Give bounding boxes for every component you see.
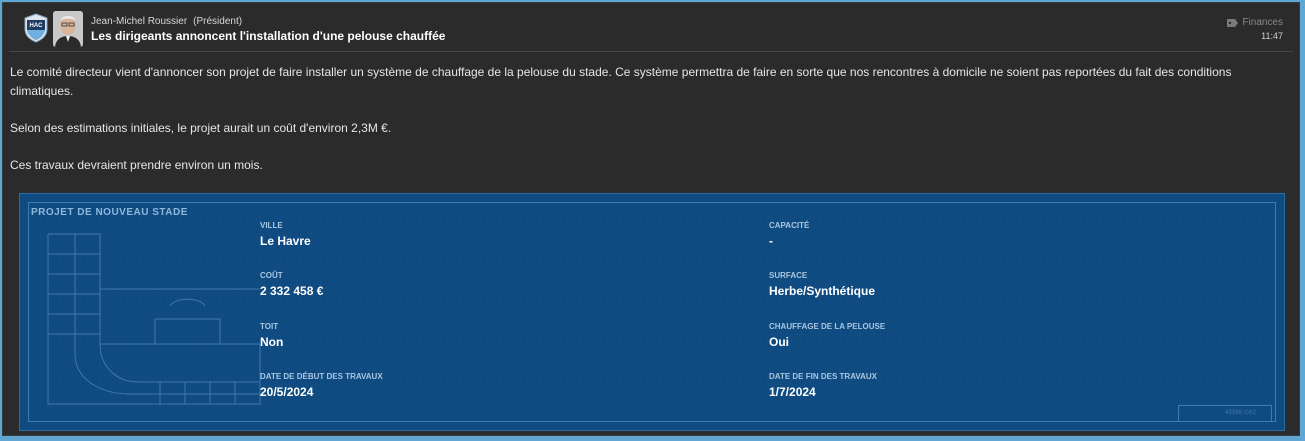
label-roof: TOIT [260, 322, 279, 331]
body-paragraph: Selon des estimations initiales, le proj… [10, 121, 392, 135]
value-surface: Herbe/Synthétique [769, 284, 876, 298]
value-capacity: - [769, 234, 773, 248]
club-crest-icon[interactable]: HAC [23, 13, 49, 43]
president-avatar[interactable] [53, 11, 83, 47]
message-subject: Les dirigeants annoncent l'installation … [91, 29, 446, 43]
message-header: HAC Jean-Michel Roussier (Président) Les … [3, 3, 1299, 51]
label-pitch-heating: CHAUFFAGE DE LA PELOUSE [769, 322, 886, 331]
blueprint-ref-code: 45586 /0X2 [1225, 410, 1256, 416]
label-cost: COÛT [260, 271, 283, 280]
header-divider [9, 51, 1293, 52]
category-label: Finances [1242, 17, 1283, 28]
news-message-window: HAC Jean-Michel Roussier (Président) Les … [2, 2, 1300, 436]
panel-frame [28, 202, 1276, 422]
message-body: Le comité directeur vient d'annoncer son… [10, 63, 1270, 193]
value-city: Le Havre [260, 234, 311, 248]
value-pitch-heating: Oui [769, 335, 789, 349]
value-cost: 2 332 458 € [260, 284, 324, 298]
sender-line: Jean-Michel Roussier (Président) [91, 16, 242, 27]
label-start-date: DATE DE DÉBUT DES TRAVAUX [260, 372, 383, 381]
value-start-date: 20/5/2024 [260, 385, 314, 399]
body-paragraph: Ces travaux devraient prendre environ un… [10, 158, 263, 172]
panel-title: PROJET DE NOUVEAU STADE [31, 207, 188, 218]
label-capacity: CAPACITÉ [769, 221, 810, 230]
label-surface: SURFACE [769, 271, 808, 280]
sender-name[interactable]: Jean-Michel Roussier [91, 16, 187, 27]
category-tag[interactable]: Finances [1227, 17, 1283, 28]
value-end-date: 1/7/2024 [769, 385, 816, 399]
label-city: VILLE [260, 221, 283, 230]
body-paragraph: Le comité directeur vient d'annoncer son… [10, 65, 1232, 98]
stadium-project-panel: PROJET DE NOUVEAU STADE VILLE Le Havre C… [19, 193, 1285, 431]
crest-text: HAC [30, 23, 44, 29]
tag-icon [1227, 18, 1239, 27]
label-end-date: DATE DE FIN DES TRAVAUX [769, 372, 878, 381]
message-time: 11:47 [1261, 31, 1283, 41]
sender-role: (Président) [193, 16, 243, 27]
value-roof: Non [260, 335, 284, 349]
